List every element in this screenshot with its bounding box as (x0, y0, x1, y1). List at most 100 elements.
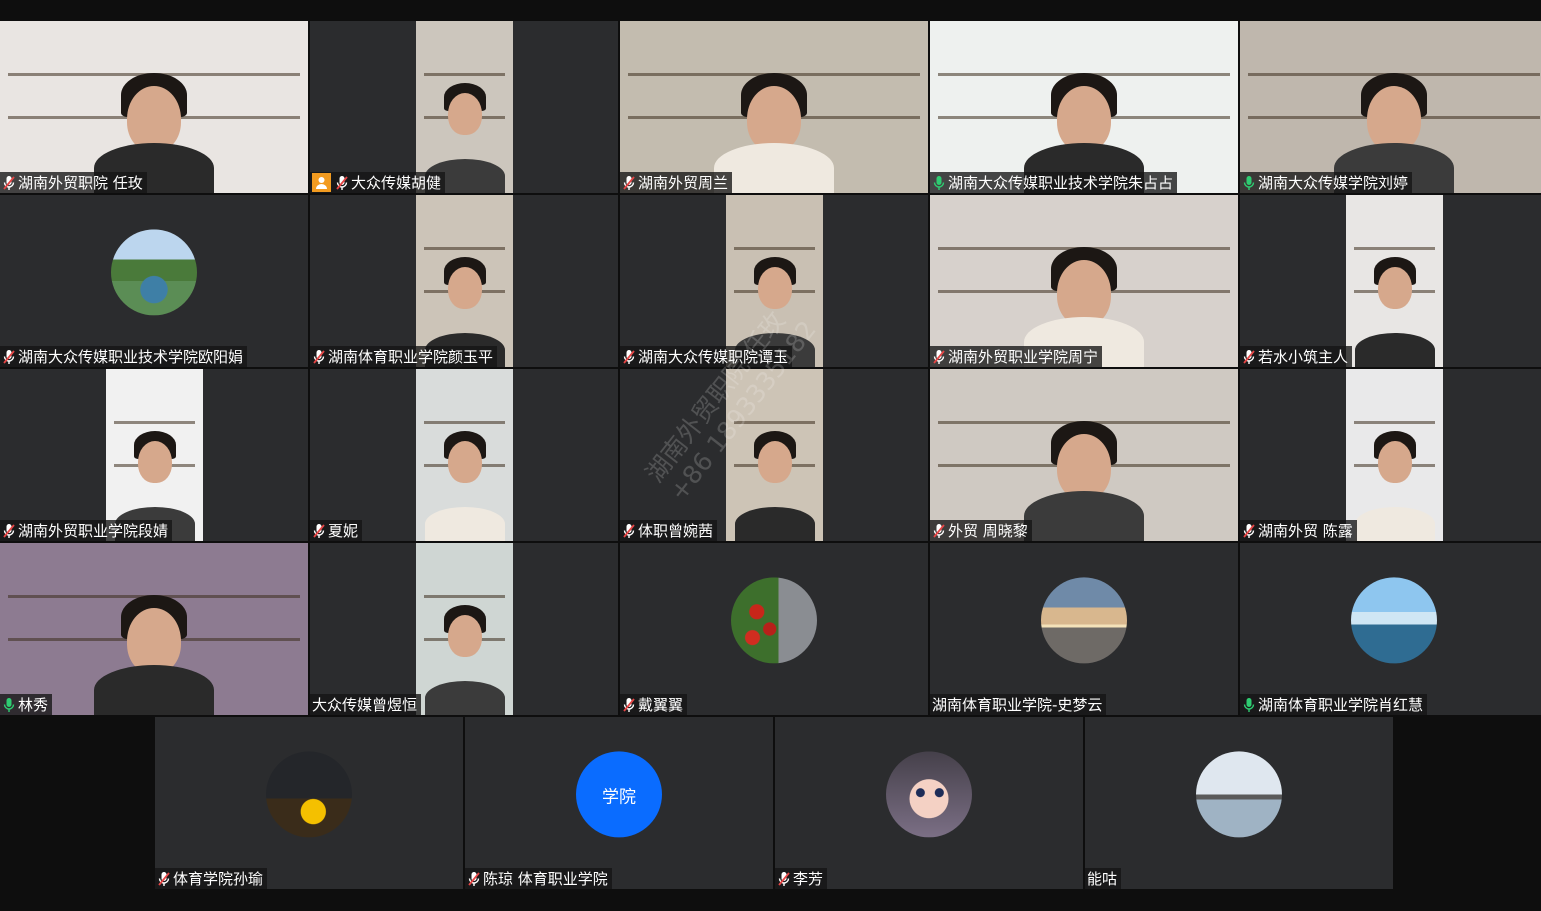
participant-tile[interactable]: 大众传媒曾煜恒 (310, 543, 618, 715)
participant-name: 湖南体育职业学院肖红慧 (1258, 696, 1424, 714)
participant-name: 体职曾婉茜 (638, 522, 714, 540)
participant-video (930, 21, 1238, 193)
participant-tile[interactable]: 湖南大众传媒学院刘婷 (1240, 21, 1541, 193)
mic-icon (2, 697, 16, 713)
participant-name: 若水小筑主人 (1258, 348, 1349, 366)
participant-tile[interactable]: 夏妮 (310, 369, 618, 541)
avatar (1041, 577, 1127, 664)
participant-video (0, 21, 308, 193)
participant-name-label: 湖南体育职业学院颜玉平 (310, 346, 498, 367)
participant-tile[interactable]: 湖南大众传媒职业技术学院欧阳娟 (0, 195, 308, 367)
participant-tile[interactable]: 湖南体育职业学院-史梦云 (930, 543, 1238, 715)
participant-name-label: 能咕 (1085, 868, 1122, 889)
mic-muted-icon (622, 349, 636, 365)
mic-icon (932, 175, 946, 191)
participant-tile[interactable]: 湖南外贸 陈露 (1240, 369, 1541, 541)
participant-tile[interactable]: 湖南大众传媒职业技术学院朱占占 (930, 21, 1238, 193)
participant-video (106, 369, 203, 541)
host-icon (312, 173, 331, 192)
avatar (1351, 577, 1437, 664)
participant-tile[interactable]: 湖南外贸职业学院周宁 (930, 195, 1238, 367)
participant-name: 大众传媒胡健 (351, 174, 442, 192)
mic-muted-icon (932, 349, 946, 365)
mic-muted-icon (2, 175, 16, 191)
participant-name: 湖南外贸职院 任玫 (18, 174, 143, 192)
avatar (1196, 751, 1282, 838)
participant-tile[interactable]: 林秀 (0, 543, 308, 715)
participant-tile[interactable]: 外贸 周晓黎 (930, 369, 1238, 541)
mic-muted-icon (312, 349, 326, 365)
participant-video (416, 195, 513, 367)
participant-name: 湖南体育职业学院-史梦云 (932, 696, 1103, 714)
participant-tile[interactable]: 李芳 (775, 717, 1083, 889)
participant-name: 陈琼 体育职业学院 (483, 870, 608, 888)
mic-muted-icon (312, 523, 326, 539)
participant-name-label: 湖南体育职业学院肖红慧 (1240, 694, 1428, 715)
participant-video (416, 21, 513, 193)
participant-name-label: 林秀 (0, 694, 53, 715)
participant-name-label: 湖南外贸职院 任玫 (0, 172, 147, 193)
participant-name: 林秀 (18, 696, 49, 714)
participant-name: 湖南大众传媒学院刘婷 (1258, 174, 1409, 192)
participant-video (416, 543, 513, 715)
participant-name-label: 湖南外贸周兰 (620, 172, 733, 193)
participant-name-label: 体育学院孙瑜 (155, 868, 268, 889)
participant-video (1346, 195, 1443, 367)
participant-name: 李芳 (793, 870, 824, 888)
participant-name: 湖南大众传媒职业技术学院欧阳娟 (18, 348, 244, 366)
mic-muted-icon (335, 175, 349, 191)
participant-name: 体育学院孙瑜 (173, 870, 264, 888)
avatar (731, 577, 817, 664)
participant-video (620, 21, 928, 193)
video-grid: 湖南外贸职院 任玫 大众传媒胡健 湖南外贸周兰 湖南大众传媒职业技术学院朱占占 湖南大众… (0, 21, 1541, 891)
participant-tile[interactable]: 湖南外贸职业学院段婧 (0, 369, 308, 541)
mic-muted-icon (157, 871, 171, 887)
participant-video (1240, 21, 1541, 193)
participant-tile[interactable]: 湖南体育职业学院肖红慧 (1240, 543, 1541, 715)
participant-name: 能咕 (1087, 870, 1118, 888)
mic-muted-icon (1242, 523, 1256, 539)
participant-name-label: 湖南外贸 陈露 (1240, 520, 1357, 541)
participant-tile[interactable]: 体育学院孙瑜 (155, 717, 463, 889)
mic-muted-icon (777, 871, 791, 887)
participant-name-label: 陈琼 体育职业学院 (465, 868, 612, 889)
participant-tile[interactable]: 若水小筑主人 (1240, 195, 1541, 367)
participant-name: 戴翼翼 (638, 696, 684, 714)
participant-name: 大众传媒曾煜恒 (312, 696, 418, 714)
participant-name-label: 体职曾婉茜 (620, 520, 718, 541)
mic-icon (1242, 175, 1256, 191)
participant-name-label: 湖南大众传媒职业技术学院欧阳娟 (0, 346, 248, 367)
mic-muted-icon (932, 523, 946, 539)
avatar: 学院 (576, 751, 662, 838)
participant-name: 湖南大众传媒职业技术学院朱占占 (948, 174, 1174, 192)
participant-name-label: 湖南外贸职业学院段婧 (0, 520, 173, 541)
participant-tile[interactable]: 学院陈琼 体育职业学院 (465, 717, 773, 889)
participant-name-label: 湖南大众传媒学院刘婷 (1240, 172, 1413, 193)
participant-video (0, 543, 308, 715)
participant-video (416, 369, 513, 541)
participant-name-label: 外贸 周晓黎 (930, 520, 1032, 541)
participant-name: 外贸 周晓黎 (948, 522, 1028, 540)
participant-tile[interactable]: 大众传媒胡健 (310, 21, 618, 193)
avatar (886, 751, 972, 838)
participant-name-label: 大众传媒曾煜恒 (310, 694, 422, 715)
participant-tile[interactable]: 戴翼翼 (620, 543, 928, 715)
participant-name-label: 李芳 (775, 868, 828, 889)
participant-tile[interactable]: 能咕 (1085, 717, 1393, 889)
participant-name: 湖南外贸职业学院周宁 (948, 348, 1099, 366)
mic-muted-icon (2, 523, 16, 539)
participant-name-label: 湖南大众传媒职业技术学院朱占占 (930, 172, 1178, 193)
participant-name-label: 湖南外贸职业学院周宁 (930, 346, 1103, 367)
participant-name-label: 戴翼翼 (620, 694, 688, 715)
participant-name-label: 若水小筑主人 (1240, 346, 1353, 367)
participant-tile[interactable]: 湖南外贸周兰 (620, 21, 928, 193)
mic-muted-icon (622, 175, 636, 191)
participant-name-label: 夏妮 (310, 520, 363, 541)
mic-muted-icon (622, 697, 636, 713)
mic-muted-icon (467, 871, 481, 887)
participant-tile[interactable]: 湖南外贸职院 任玫 (0, 21, 308, 193)
participant-video (930, 195, 1238, 367)
avatar (266, 751, 352, 838)
participant-name: 湖南体育职业学院颜玉平 (328, 348, 494, 366)
participant-tile[interactable]: 湖南体育职业学院颜玉平 (310, 195, 618, 367)
